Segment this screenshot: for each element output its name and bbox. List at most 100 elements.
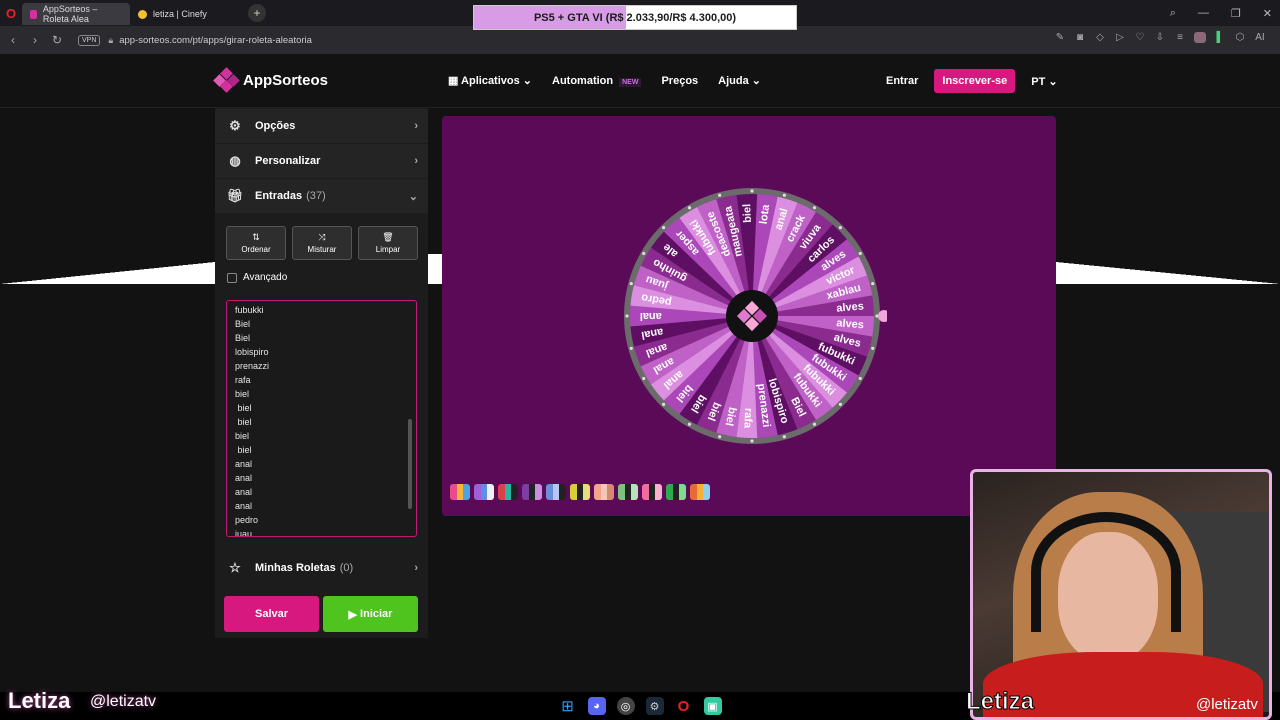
nav-prices[interactable]: Preços (661, 75, 698, 87)
nav-automation-label: Automation (552, 74, 614, 87)
my-wheels-panel[interactable]: ☆ Minhas Roletas (0) › (215, 551, 428, 585)
edit-icon[interactable]: ✎ (1054, 32, 1066, 43)
entry-line: lobispiro (235, 347, 269, 357)
menu-icon[interactable]: ≡ (1174, 32, 1186, 43)
palette-swatch[interactable] (474, 484, 494, 500)
tab-title: letiza | Cinefy (153, 9, 207, 19)
entries-toolbar: ⇅ Ordenar ⤨ Misturar 🗑︎ Limpar (226, 226, 418, 260)
shuffle-button[interactable]: ⤨ Misturar (292, 226, 352, 260)
sidebar-bar-icon[interactable]: ▌ (1214, 32, 1226, 43)
donation-goal-bar: PS5 + GTA VI (R$ 2.033,90/R$ 4.300,00) (473, 5, 797, 30)
wheel-rim-dot (629, 282, 633, 286)
customize-panel[interactable]: ◍ Personalizar › (215, 144, 428, 178)
clear-button[interactable]: 🗑︎ Limpar (358, 226, 418, 260)
shuffle-label: Misturar (307, 245, 337, 254)
wheel-rim-dot (838, 402, 842, 406)
cinefy-favicon-icon (138, 9, 147, 19)
camera-icon[interactable]: ◙ (1074, 32, 1086, 43)
entries-scrollbar[interactable] (408, 419, 412, 509)
shuffle-icon: ⤨ (318, 232, 326, 242)
wheel-slice-label: anal (640, 310, 662, 322)
wheel-canvas[interactable]: alves alves fubukki fubukki fubukki fubukki Bi… (442, 116, 1056, 516)
vpn-badge[interactable]: VPN (78, 34, 101, 46)
spin-wheel[interactable]: alvesalvesfubukkifubukkifubukkifubukkiBi… (617, 181, 887, 451)
signup-button[interactable]: Inscrever-se (934, 69, 1016, 93)
opera-logo-icon[interactable]: O (0, 0, 22, 26)
trash-icon: 🗑︎ (382, 232, 394, 242)
start-label: Iniciar (360, 608, 393, 620)
restore-icon[interactable]: ❐ (1231, 7, 1241, 20)
tab-cinefy[interactable]: letiza | Cinefy (130, 3, 242, 25)
obs-icon[interactable]: ◎ (616, 697, 635, 715)
palette-swatch[interactable] (450, 484, 470, 500)
palette-swatch[interactable] (618, 484, 638, 500)
nav-automation[interactable]: Automation NEW (552, 74, 642, 87)
profile-icon[interactable] (1194, 32, 1206, 43)
palette-swatch[interactable] (666, 484, 686, 500)
wheel-rim-dot (812, 206, 817, 210)
palette-swatch[interactable] (690, 484, 710, 500)
back-icon[interactable]: ‹ (2, 33, 24, 47)
brand-logo[interactable]: AppSorteos (213, 67, 328, 93)
palette-swatch[interactable] (546, 484, 566, 500)
palette-swatch[interactable] (594, 484, 614, 500)
address-bar: ‹ › ↻ VPN 🔒︎ app-sorteos.com/pt/apps/gir… (0, 26, 1280, 54)
box-icon[interactable]: ⬡ (1234, 32, 1246, 43)
gift-icon: 🎁︎ (226, 188, 244, 203)
steam-icon[interactable]: ⚙ (645, 697, 664, 715)
wheel-rim-dot (687, 422, 692, 426)
wheel-rim-dot (750, 189, 754, 193)
search-icon[interactable]: ⌕ (1170, 7, 1176, 20)
entries-textarea[interactable]: fubukki Biel Biel lobispiro prenazzi rafa biel… (226, 300, 417, 537)
opera-gx-icon[interactable]: O (675, 697, 693, 715)
entry-line: anal (235, 459, 253, 469)
reload-icon[interactable]: ↻ (46, 33, 68, 47)
settings-sidebar: ⚙ Opções › ◍ Personalizar › 🎁︎ Entradas … (215, 108, 428, 638)
new-tab-icon[interactable]: + (248, 4, 266, 22)
discord-icon[interactable]: ◕ (587, 697, 606, 715)
palette-swatch[interactable] (642, 484, 662, 500)
advanced-checkbox[interactable] (227, 272, 237, 283)
options-panel[interactable]: ⚙ Opções › (215, 109, 428, 143)
app-icon[interactable]: ▣ (703, 697, 722, 715)
ai-button[interactable]: AI (1254, 32, 1266, 43)
streamer-handle-cam: @letizatv (1196, 696, 1258, 713)
color-palette-picker (450, 484, 710, 500)
entry-line: juau (235, 529, 253, 537)
windows-start-icon[interactable]: ⊞ (559, 697, 577, 715)
palette-swatch[interactable] (498, 484, 518, 500)
save-button[interactable]: Salvar (224, 596, 319, 632)
advanced-toggle[interactable]: Avançado (227, 272, 287, 283)
wheel-hub[interactable] (726, 290, 778, 342)
palette-swatch[interactable] (522, 484, 542, 500)
play-icon[interactable]: ▷ (1114, 32, 1126, 43)
shield-icon[interactable]: ◇ (1094, 32, 1106, 43)
language-select[interactable]: PT ⌄ (1031, 75, 1057, 88)
wheel-slice-label: lota (758, 203, 772, 225)
nav-apps[interactable]: ▦ Aplicativos ⌄ (448, 74, 532, 87)
wheel-rim-dot (625, 314, 629, 318)
wheel-rim-dot (629, 346, 633, 350)
close-icon[interactable]: ✕ (1263, 7, 1272, 20)
minimize-icon[interactable]: — (1198, 7, 1209, 19)
donation-goal-text: PS5 + GTA VI (R$ 2.033,90/R$ 4.300,00) (533, 11, 737, 24)
forward-icon[interactable]: › (24, 33, 46, 47)
lock-icon[interactable]: 🔒︎ (108, 35, 113, 46)
start-button[interactable]: ▶ Iniciar (323, 596, 418, 632)
advanced-label: Avançado (243, 272, 288, 283)
sort-button[interactable]: ⇅ Ordenar (226, 226, 286, 260)
palette-swatch[interactable] (570, 484, 590, 500)
tab-appsorteos[interactable]: AppSorteos – Roleta Alea (22, 3, 130, 25)
entries-panel[interactable]: 🎁︎ Entradas (37) ⌄ (215, 179, 428, 213)
nav-help[interactable]: Ajuda ⌄ (718, 74, 761, 87)
customize-label: Personalizar (255, 155, 321, 167)
palette-icon: ◍ (229, 153, 241, 168)
url-text[interactable]: app-sorteos.com/pt/apps/girar-roleta-ale… (119, 35, 312, 46)
main-nav: ▦ Aplicativos ⌄ Automation NEW Preços Aju… (448, 74, 761, 88)
wheel-rim-dot (662, 402, 666, 406)
heart-icon[interactable]: ♡ (1134, 32, 1146, 43)
download-icon[interactable]: ⇩ (1154, 32, 1166, 43)
login-link[interactable]: Entrar (886, 75, 918, 87)
language-label: PT (1031, 75, 1046, 88)
new-badge: NEW (619, 77, 642, 87)
